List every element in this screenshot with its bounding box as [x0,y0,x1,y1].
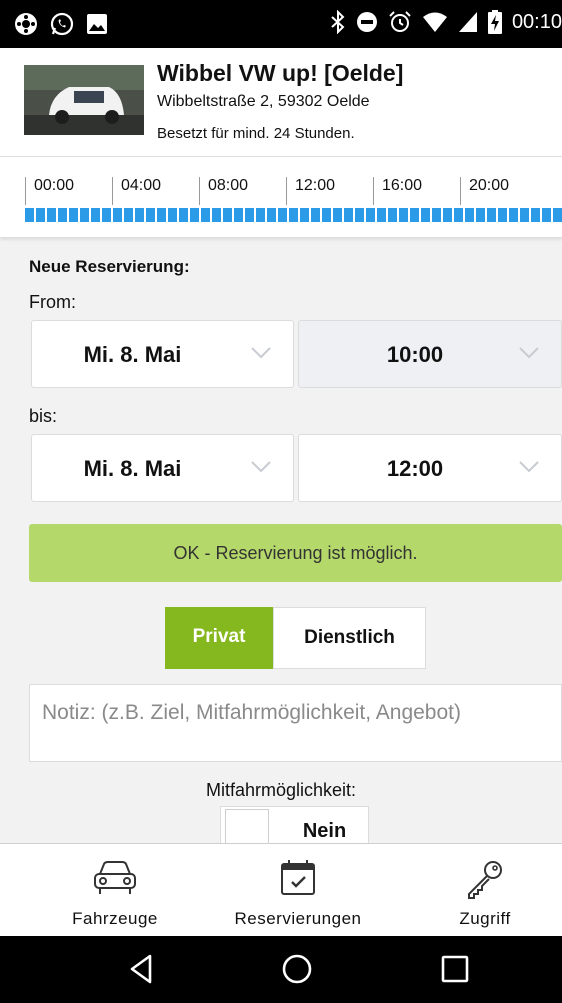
from-date-select[interactable]: Mi. 8. Mai [31,320,294,388]
back-icon[interactable] [128,953,154,985]
key-icon [468,861,502,899]
bottom-navigation: Fahrzeuge Reservierungen Zugriff [0,843,562,937]
availability-status-text: OK - Reservierung ist möglich. [173,543,418,563]
battery-charging-icon [487,10,502,34]
new-reservation-heading: Neue Reservierung: [29,257,190,276]
calendar-check-icon [281,860,315,895]
type-privat-button[interactable]: Privat [165,607,273,669]
timeline-hours: 00:00 04:00 08:00 12:00 16:00 20:00 [25,177,547,205]
chevron-down-icon [251,347,271,359]
vehicle-address: Wibbeltstraße 2, 59302 Oelde [157,93,370,110]
nav-item-zugriff[interactable]: Zugriff [430,844,540,937]
app-notification-icon [15,13,37,35]
timeline-occupancy-bar [25,208,562,222]
type-dienstlich-button[interactable]: Dienstlich [273,607,426,669]
chevron-down-icon [251,461,271,473]
nav-item-reservierungen[interactable]: Reservierungen [218,844,378,937]
to-time-select[interactable]: 12:00 [298,434,562,502]
wifi-icon [422,12,447,32]
status-bar: 00:10 [0,0,562,48]
image-icon [87,14,107,34]
system-navigation-bar [0,936,562,1003]
clock-text: 00:10 [511,10,562,33]
toggle-knob [225,809,269,845]
note-field[interactable] [29,684,562,762]
timeline-hour-label: 08:00 [199,177,286,205]
vehicle-title: Wibbel VW up! [Oelde] [157,60,404,86]
nav-label: Fahrzeuge [72,909,158,928]
cell-signal-icon [458,12,477,32]
to-date-value: Mi. 8. Mai [83,456,182,481]
timeline-hour-label: 04:00 [112,177,199,205]
from-time-select[interactable]: 10:00 [298,320,562,388]
to-date-select[interactable]: Mi. 8. Mai [31,434,294,502]
vehicle-availability-status: Besetzt für mind. 24 Stunden. [157,125,355,142]
to-label: bis: [29,406,58,426]
from-date-value: Mi. 8. Mai [83,342,182,367]
vehicle-photo [24,65,144,135]
alarm-icon [389,11,411,32]
recent-apps-icon[interactable] [440,953,470,985]
nav-label: Zugriff [459,909,511,928]
chevron-down-icon [519,347,539,359]
occupancy-timeline[interactable]: 00:00 04:00 08:00 12:00 16:00 20:00 [0,156,562,238]
bluetooth-icon [331,10,345,34]
from-label: From: [29,292,76,312]
nav-item-fahrzeuge[interactable]: Fahrzeuge [40,844,190,937]
do-not-disturb-icon [356,12,377,32]
ride-share-label: Mitfahrmöglichkeit: [205,780,357,800]
chevron-down-icon [519,461,539,473]
from-time-value: 10:00 [386,342,444,367]
timeline-hour-label: 16:00 [373,177,460,205]
car-icon [94,861,136,894]
vehicle-header: Wibbel VW up! [Oelde] Wibbeltstraße 2, 5… [0,48,562,156]
timeline-hour-label: 12:00 [286,177,373,205]
availability-status-banner: OK - Reservierung ist möglich. [29,524,562,582]
note-input[interactable] [40,697,559,729]
to-time-value: 12:00 [386,456,444,481]
home-icon[interactable] [281,953,313,985]
whatsapp-icon [50,12,74,36]
ride-share-toggle[interactable]: Nein [220,806,369,846]
timeline-hour-label: 00:00 [25,177,112,205]
nav-label: Reservierungen [234,909,362,928]
timeline-hour-label: 20:00 [460,177,547,205]
